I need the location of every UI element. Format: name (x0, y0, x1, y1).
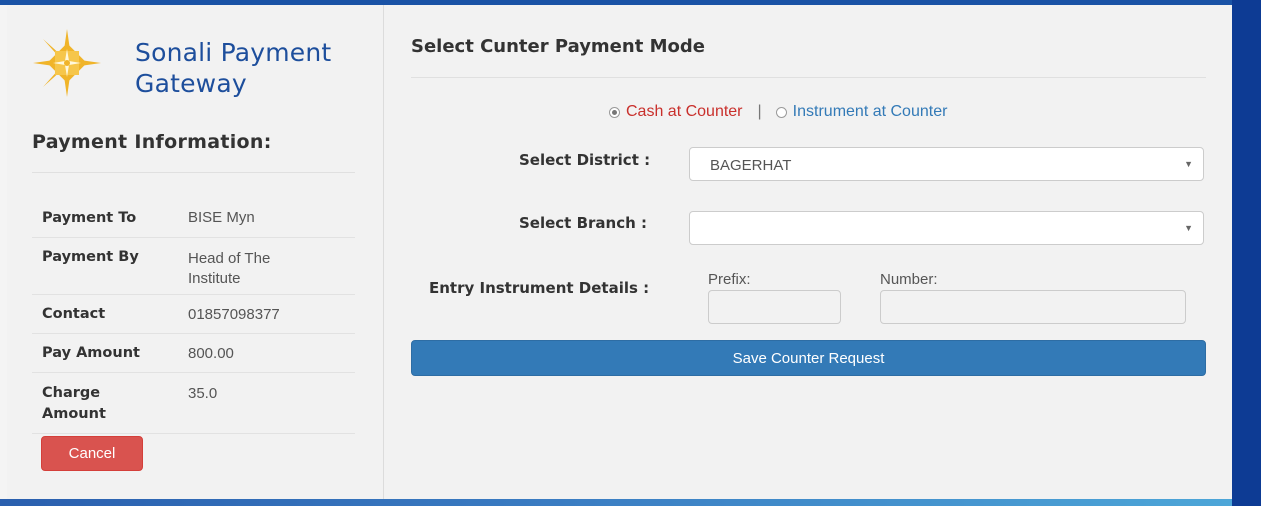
payment-to-label: Payment To (42, 209, 137, 226)
payment-mode-panel: Select Cunter Payment Mode Cash at Count… (384, 5, 1232, 499)
payment-info-table: Payment To BISE Myn Payment By Head of T… (32, 198, 355, 434)
brand-line-2: Gateway (135, 69, 247, 98)
table-row: Payment By Head of The Institute (32, 238, 355, 295)
window-right-border (1232, 0, 1261, 506)
contact-value: 01857098377 (188, 305, 280, 323)
payment-info-divider (32, 172, 355, 173)
select-district-label: Select District : (519, 151, 651, 169)
payment-by-value-line-1: Head of The (188, 250, 271, 267)
contact-label: Contact (42, 306, 106, 322)
payment-by-value-line-2: Institute (188, 270, 241, 287)
prefix-label: Prefix: (708, 271, 751, 288)
payment-to-value: BISE Myn (188, 209, 255, 226)
table-row: Payment To BISE Myn (32, 198, 355, 238)
payment-by-label: Payment By (42, 249, 139, 265)
chevron-down-icon: ▼ (1184, 159, 1193, 169)
number-input[interactable] (880, 290, 1186, 324)
cancel-button[interactable]: Cancel (41, 436, 143, 471)
payment-by-value: Head of The Institute (188, 249, 355, 289)
charge-amount-label-line-2: Amount (42, 406, 106, 422)
district-select-value: BAGERHAT (710, 157, 792, 174)
save-counter-request-button[interactable]: Save Counter Request (411, 340, 1206, 376)
sonali-logo-icon (31, 27, 103, 99)
select-branch-label: Select Branch : (519, 214, 647, 232)
cash-at-counter-label[interactable]: Cash at Counter (626, 103, 743, 121)
instrument-at-counter-label[interactable]: Instrument at Counter (793, 103, 948, 121)
charge-amount-value: 35.0 (188, 385, 218, 402)
pay-amount-label: Pay Amount (42, 345, 140, 361)
number-label: Number: (880, 271, 938, 288)
charge-amount-label: Charge Amount (32, 383, 188, 425)
table-row: Pay Amount 800.00 (32, 334, 355, 373)
table-row: Contact 01857098377 (32, 295, 355, 334)
payment-mode-radio-group: Cash at Counter | Instrument at Counter (609, 103, 947, 121)
page-title: Select Cunter Payment Mode (411, 36, 705, 57)
window-left-border (0, 5, 7, 499)
pay-amount-value: 800.00 (188, 344, 234, 362)
brand-name: Sonali Payment Gateway (135, 37, 331, 99)
brand-line-1: Sonali Payment (135, 38, 332, 67)
instrument-at-counter-radio[interactable] (775, 106, 787, 118)
charge-amount-label-line-1: Charge (42, 385, 101, 401)
entry-instrument-details-label: Entry Instrument Details : (429, 279, 650, 297)
branch-select[interactable]: ▼ (689, 211, 1204, 245)
cash-at-counter-radio[interactable] (609, 106, 620, 118)
district-select[interactable]: BAGERHAT ▼ (689, 147, 1204, 181)
payment-info-title: Payment Information: (32, 131, 272, 153)
table-row: Charge Amount 35.0 (32, 373, 355, 434)
chevron-down-icon: ▼ (1184, 223, 1193, 233)
mode-separator: | (757, 103, 762, 120)
payment-info-sidebar: Sonali Payment Gateway Payment Informati… (7, 5, 384, 499)
prefix-input[interactable] (708, 290, 841, 324)
window-bottom-border (0, 499, 1232, 506)
title-divider (411, 77, 1206, 78)
